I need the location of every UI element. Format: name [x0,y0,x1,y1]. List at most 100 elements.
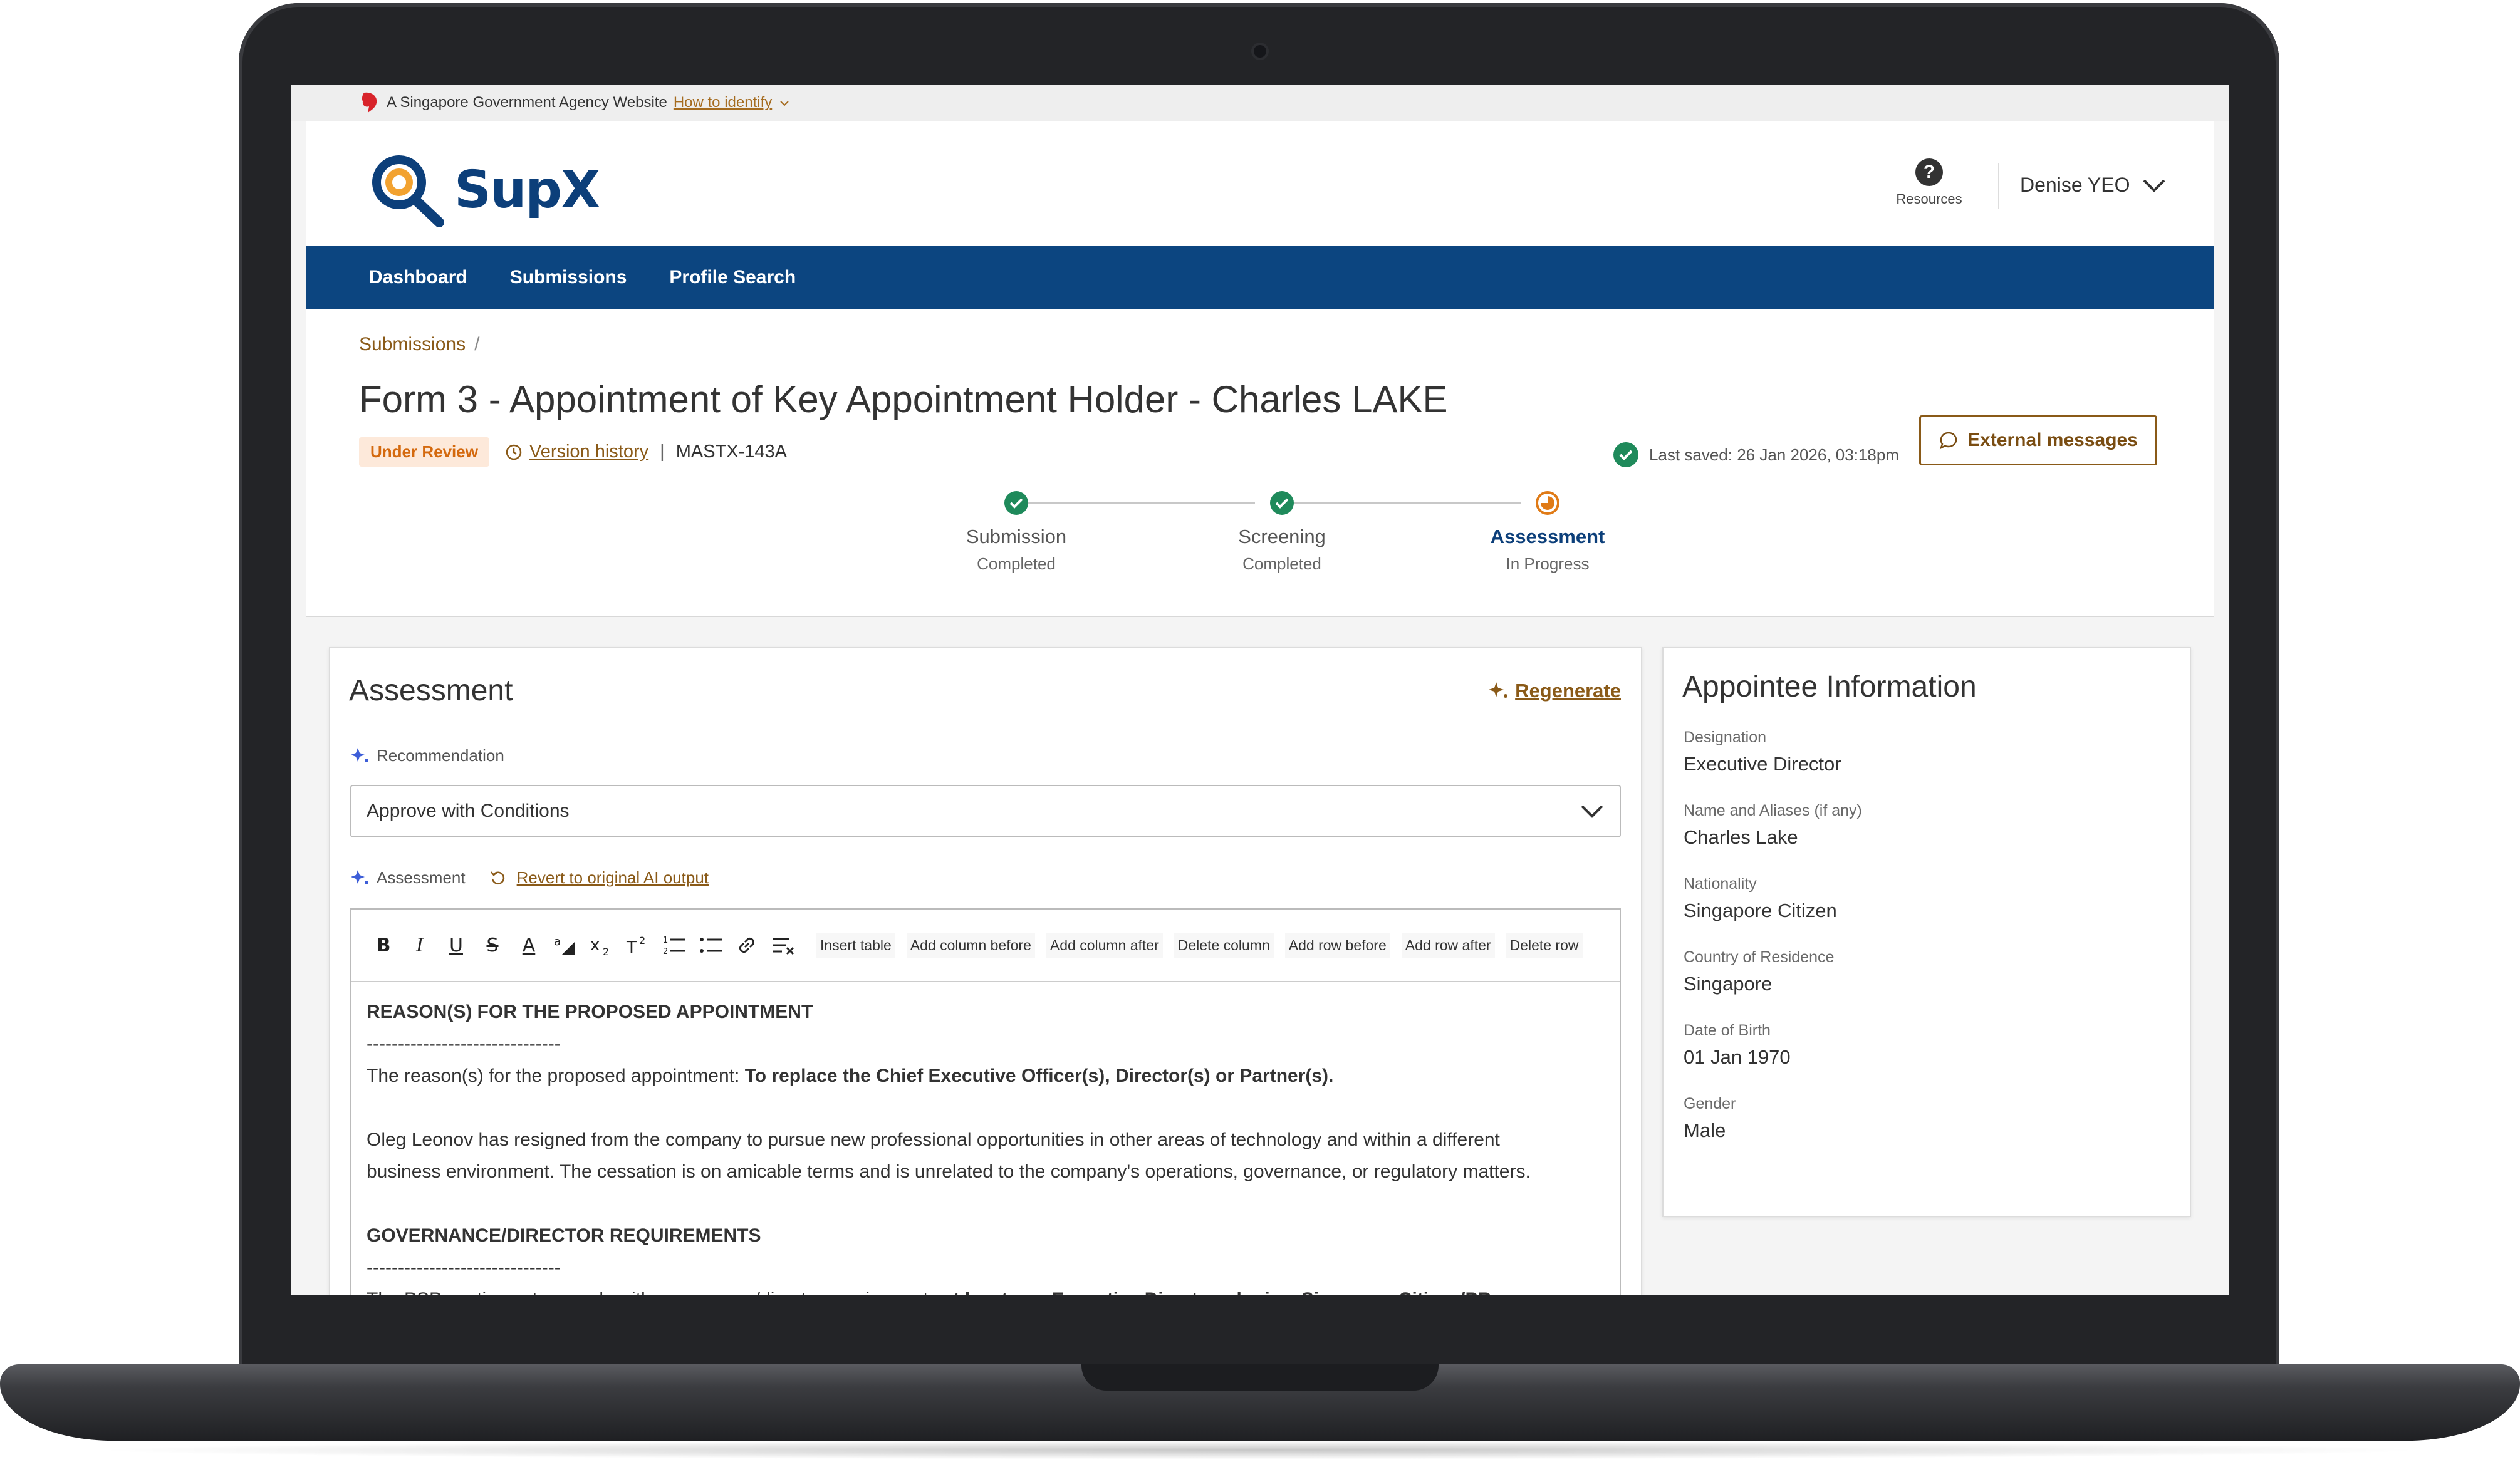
recommendation-label: Recommendation [350,745,504,765]
recommendation-select[interactable]: Approve with Conditions [350,785,1621,837]
svg-text:T: T [626,938,637,957]
info-designation: Designation Executive Director [1684,728,1862,775]
add-row-before-button[interactable]: Add row before [1284,933,1390,958]
supx-logo[interactable]: SupX [369,152,600,227]
editor-content[interactable]: REASON(S) FOR THE PROPOSED APPOINTMENT -… [351,982,1620,1295]
progress-stepper: Submission Completed Screening Completed… [306,490,2214,603]
highlight-icon[interactable]: a [551,931,580,960]
info-value: Male [1684,1119,1726,1141]
text-color-icon[interactable]: A [514,931,543,960]
info-value: Charles Lake [1684,826,1798,848]
delete-row-button[interactable]: Delete row [1506,933,1583,958]
bullet-list-icon[interactable] [696,931,725,960]
user-name: Denise YEO [2020,174,2130,196]
ai-sparkle-icon [351,748,368,762]
info-nationality: Nationality Singapore Citizen [1684,875,1862,922]
laptop-shadow [88,1441,2431,1459]
step-status: In Progress [1506,554,1590,573]
bold-icon[interactable]: B [369,931,398,960]
nav-profile-search[interactable]: Profile Search [669,267,796,288]
section-rule: ------------------------------- [367,1034,561,1054]
insert-table-button[interactable]: Insert table [816,933,895,958]
numbered-list-icon[interactable]: 12 [660,931,689,960]
breadcrumb: Submissions / [359,334,479,355]
strikethrough-icon[interactable]: S [478,931,507,960]
history-icon [506,444,522,460]
assessment-title: Assessment [349,674,513,707]
chevron-down-icon [1581,805,1603,818]
info-label: Gender [1684,1095,1736,1112]
header-divider [1998,163,1999,209]
step-submission: Submission Completed [935,490,1098,574]
version-history-link[interactable]: Version history [504,442,648,462]
help-icon: ? [1915,158,1943,186]
nav-dashboard[interactable]: Dashboard [369,267,467,288]
status-badge: Under Review [359,437,489,467]
info-name: Name and Aliases (if any) Charles Lake [1684,802,1862,849]
external-messages-label: External messages [1967,430,2138,450]
last-saved: Last saved: 26 Jan 2026, 03:18pm [1613,442,1899,468]
meta-separator: | [660,442,665,462]
body-paragraph-line: Oleg Leonov has resigned from the compan… [367,1129,1500,1150]
magnifier-logo-icon [372,155,444,227]
revert-ai-output-link[interactable]: Revert to original AI output [489,868,709,888]
svg-text:1: 1 [663,936,668,945]
add-column-before-button[interactable]: Add column before [906,933,1035,958]
gov-banner: A Singapore Government Agency Website Ho… [291,85,2229,121]
add-column-after-button[interactable]: Add column after [1046,933,1163,958]
italic-icon[interactable]: I [405,931,434,960]
clear-format-icon[interactable] [769,931,798,960]
reference-number: MASTX-143A [675,442,787,462]
regenerate-button[interactable]: Regenerate [1487,680,1621,702]
info-value: Singapore [1684,973,1773,995]
breadcrumb-submissions[interactable]: Submissions [359,334,466,355]
info-label: Nationality [1684,875,1757,893]
svg-text:a: a [554,935,561,948]
step-label: Submission [966,526,1067,547]
external-messages-button[interactable]: External messages [1919,415,2157,465]
info-value: Singapore Citizen [1684,899,1837,921]
info-value: Executive Director [1684,753,1841,775]
assessment-editor[interactable]: B I U S A a x2 T2 12 Insert table Add co… [350,908,1621,1295]
how-to-identify-link[interactable]: How to identify [674,94,772,111]
info-label: Date of Birth [1684,1022,1771,1039]
check-circle-icon [1613,442,1638,467]
step-status: Completed [977,554,1056,573]
appointee-fields: Designation Executive Director Name and … [1684,728,1862,1168]
subscript-icon[interactable]: x2 [587,931,616,960]
gov-banner-label: A Singapore Government Agency Website [387,94,667,111]
undo-icon [490,871,504,884]
appointee-info-card: Appointee Information Designation Execut… [1662,647,2191,1217]
svg-text:2: 2 [663,947,668,956]
step-label: Screening [1238,526,1326,547]
nav-submissions[interactable]: Submissions [510,267,627,288]
submission-meta: Under Review Version history | MASTX-143… [359,437,787,467]
assessment-field-label: Assessment Revert to original AI output [350,868,709,888]
regenerate-label: Regenerate [1515,680,1621,702]
reason-paragraph: The reason(s) for the proposed appointme… [367,1065,1334,1086]
recommendation-value: Approve with Conditions [367,801,570,821]
link-icon[interactable] [732,931,761,960]
last-saved-text: Last saved: 26 Jan 2026, 03:18pm [1649,445,1899,464]
main-nav: Dashboard Submissions Profile Search [306,246,2214,309]
info-country-of-residence: Country of Residence Singapore [1684,948,1862,995]
section-heading: GOVERNANCE/DIRECTOR REQUIREMENTS [367,1225,761,1246]
page-title: Form 3 - Appointment of Key Appointment … [359,378,1448,420]
info-value: 01 Jan 1970 [1684,1046,1791,1068]
info-label: Country of Residence [1684,948,1835,966]
add-row-after-button[interactable]: Add row after [1401,933,1495,958]
delete-column-button[interactable]: Delete column [1174,933,1274,958]
screen: A Singapore Government Agency Website Ho… [291,85,2229,1295]
user-menu[interactable]: Denise YEO [2020,174,2167,197]
chevron-down-icon[interactable] [778,96,791,109]
superscript-icon[interactable]: T2 [623,931,652,960]
breadcrumb-separator: / [474,334,480,355]
underline-icon[interactable]: U [442,931,471,960]
ai-sparkle-icon [351,870,368,884]
body-paragraph-line: business environment. The cessation is o… [367,1161,1531,1182]
resources-button[interactable]: ? Resources [1892,158,1967,207]
step-assessment: Assessment In Progress [1466,490,1629,574]
site-header: SupX ? Resources Denise YEO [306,121,2214,246]
step-screening: Screening Completed [1200,490,1363,574]
check-circle-icon [1270,491,1294,515]
